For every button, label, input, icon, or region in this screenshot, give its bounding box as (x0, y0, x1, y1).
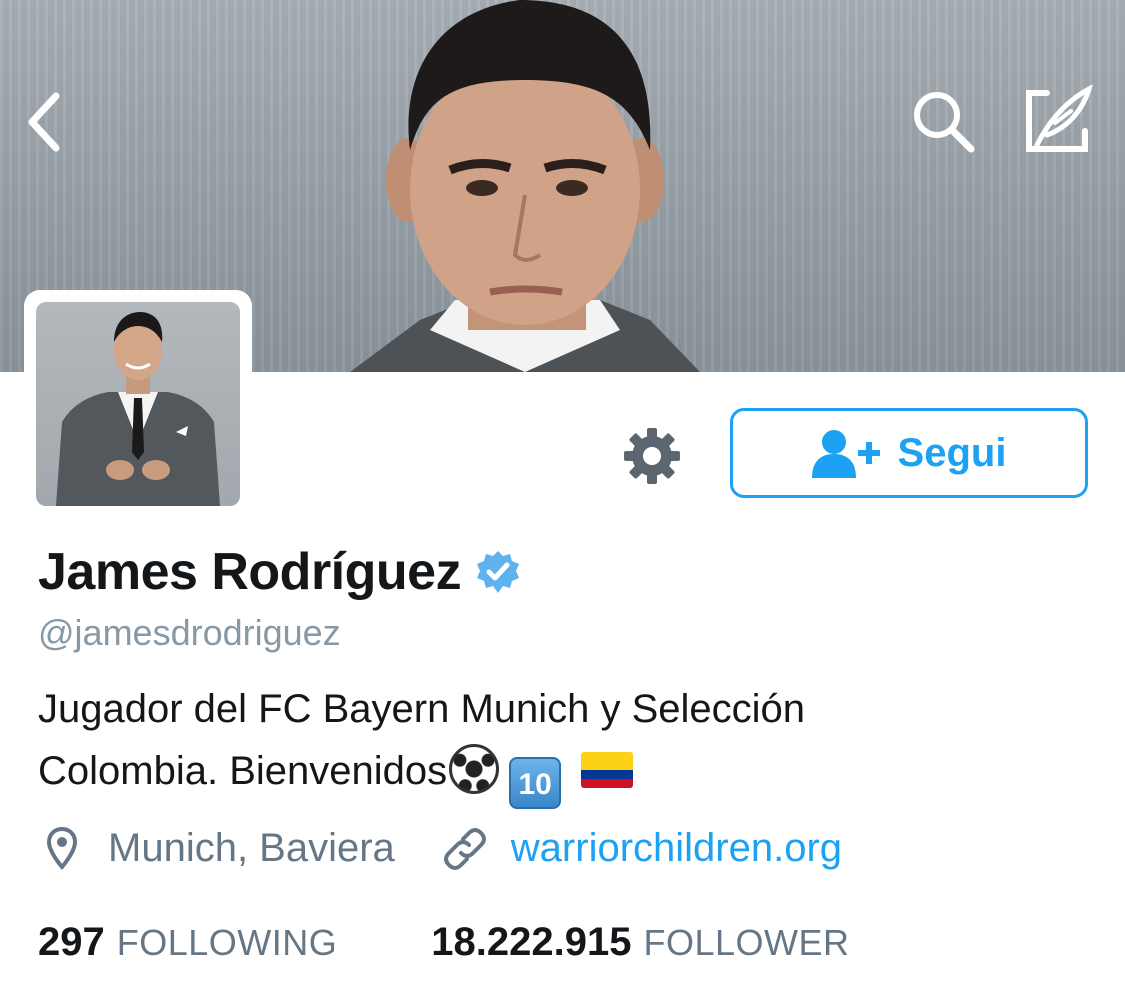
following-count: 297 (38, 920, 105, 964)
profile-bio: Jugador del FC Bayern Munich y Selección… (38, 678, 1078, 809)
followers-count: 18.222.915 (431, 920, 632, 964)
followers-label: FOLLOWER (643, 922, 850, 963)
follow-button[interactable]: Segui (730, 408, 1088, 498)
avatar-frame[interactable] (24, 290, 252, 518)
keycap-ten-icon: 10 (509, 757, 562, 809)
follow-button-label: Segui (897, 430, 1007, 475)
settings-button[interactable] (614, 418, 690, 494)
following-stat[interactable]: 297 FOLLOWING (38, 920, 337, 965)
following-label: FOLLOWING (116, 922, 338, 963)
bio-line-2-row: Colombia. Bienvenidos 10 (38, 740, 1078, 809)
location-pin-icon (46, 826, 78, 870)
bio-line-1: Jugador del FC Bayern Munich y Selección (38, 687, 806, 731)
link-icon (443, 827, 486, 870)
profile-meta-row: Munich, Baviera warriorchildren.org (46, 826, 842, 871)
flag-colombia-icon (581, 752, 634, 788)
compose-tweet-icon (1026, 85, 1093, 152)
username-handle: @jamesdrodriguez (38, 612, 341, 653)
profile-location: Munich, Baviera (108, 826, 395, 870)
add-user-icon (811, 430, 880, 478)
profile-stats: 297 FOLLOWING 18.222.915 FOLLOWER (38, 920, 850, 965)
back-button[interactable] (8, 86, 80, 158)
gear-icon (624, 428, 680, 484)
avatar[interactable] (36, 302, 240, 506)
search-button[interactable] (908, 86, 980, 158)
compose-button[interactable] (1022, 84, 1094, 156)
avatar-image (56, 312, 220, 506)
name-row: James Rodríguez (38, 542, 521, 602)
verified-badge-icon (477, 551, 520, 593)
chevron-left-icon (28, 92, 60, 152)
profile-website-link[interactable]: warriorchildren.org (511, 826, 842, 871)
followers-stat[interactable]: 18.222.915 FOLLOWER (431, 920, 849, 965)
bio-line-2: Colombia. Bienvenidos (38, 749, 448, 793)
display-name: James Rodríguez (38, 543, 462, 601)
search-icon (914, 92, 975, 153)
soccer-ball-icon (449, 744, 500, 794)
